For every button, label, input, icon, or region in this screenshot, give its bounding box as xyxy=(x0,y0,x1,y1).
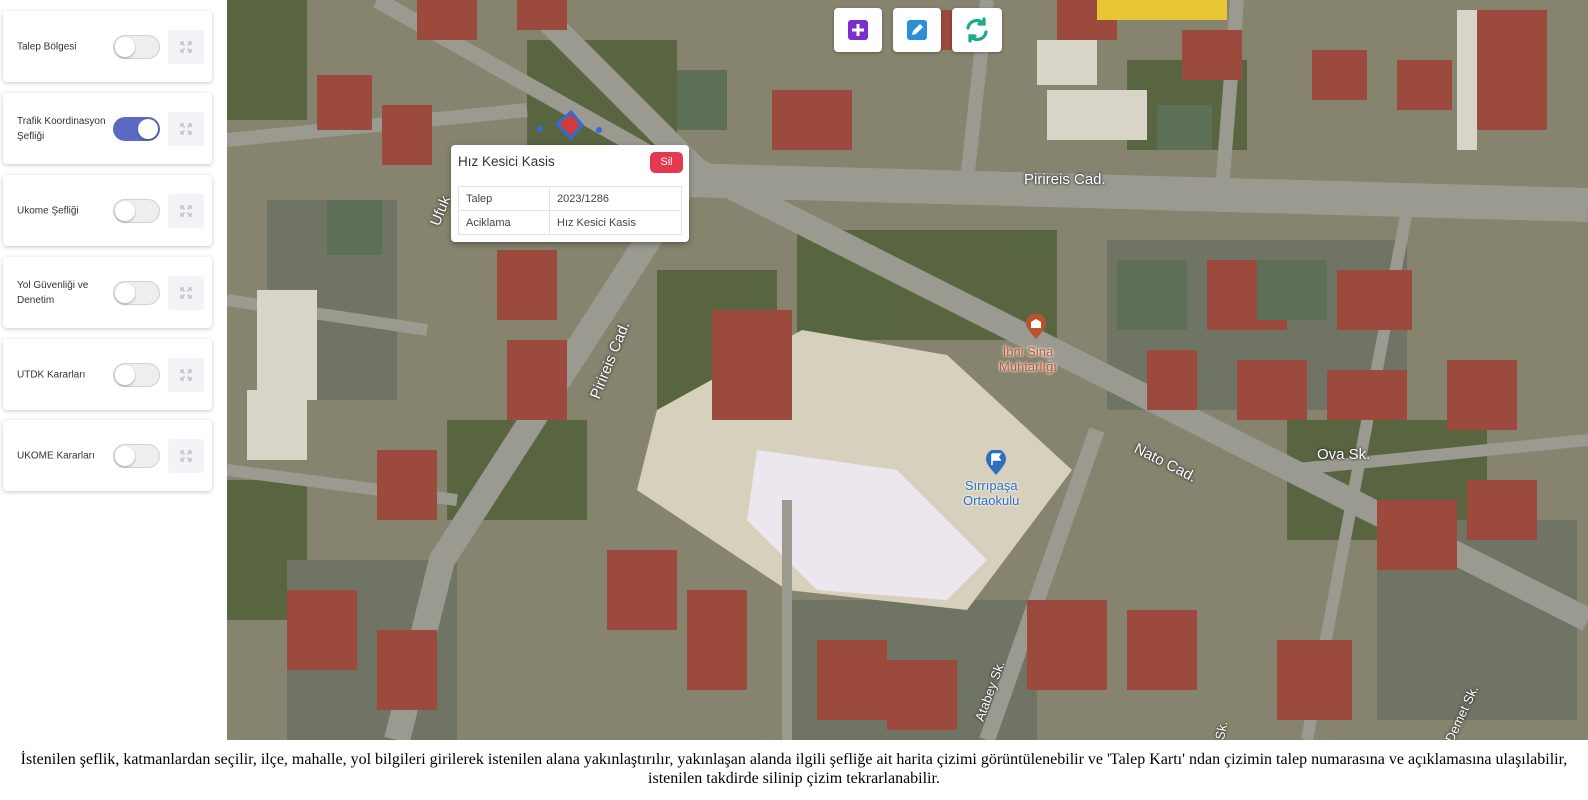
expand-arrows-icon xyxy=(180,122,192,135)
toggle-knob xyxy=(115,364,135,385)
layer-card-ukome-kararlari: UKOME Kararları xyxy=(3,420,212,491)
layer-label: Talep Bölgesi xyxy=(17,41,77,52)
layer-zoom-button[interactable] xyxy=(168,193,204,228)
layer-card-talep-bolgesi: Talep Bölgesi xyxy=(3,11,212,82)
layer-zoom-button[interactable] xyxy=(168,275,204,310)
table-row: Aciklama Hız Kesici Kasis xyxy=(458,210,682,235)
poi-label-muhtarlik: İbni Sina Muhtarlığı xyxy=(999,344,1057,374)
table-value: 2023/1286 xyxy=(549,186,682,211)
layer-card-yol-guvenligi: Yol Güvenliği ve Denetim xyxy=(3,257,212,328)
expand-arrows-icon xyxy=(180,286,192,299)
layer-card-utdk-kararlari: UTDK Kararları xyxy=(3,339,212,410)
table-row: Talep 2023/1286 xyxy=(458,186,682,211)
poi-ortaokul[interactable] xyxy=(985,449,1007,476)
layer-label: Ukome Şefliği xyxy=(17,205,79,216)
layer-toggle-ukome-kararlari[interactable] xyxy=(113,443,160,468)
edit-drawing-button[interactable] xyxy=(893,8,941,52)
layer-card-trafik-koordinasyon: Trafik Koordinasyon Şefliği xyxy=(3,93,212,164)
building-pin-icon xyxy=(1026,314,1046,339)
layer-toggle-ukome-sefligi[interactable] xyxy=(113,198,160,223)
layer-label: Yol Güvenliği ve Denetim xyxy=(17,279,89,306)
toggle-knob xyxy=(115,445,135,466)
popup-title: Hız Kesici Kasis xyxy=(458,154,555,169)
edit-pencil-icon xyxy=(907,20,927,40)
street-label-ova: Ova Sk. xyxy=(1317,446,1371,463)
layer-label: Trafik Koordinasyon Şefliği xyxy=(17,115,106,142)
layer-toggle-utdk-kararlari[interactable] xyxy=(113,362,160,387)
street-label-pirireis: Pirireis Cad. xyxy=(1024,171,1106,188)
layer-toggle-talep-bolgesi[interactable] xyxy=(113,34,160,59)
satellite-map[interactable]: Pirireis Cad. Pirireis Cad. Nato Cad. Ov… xyxy=(227,0,1588,740)
expand-arrows-icon xyxy=(180,40,192,53)
layer-label: UTDK Kararları xyxy=(17,369,86,380)
flag-pin-icon xyxy=(986,449,1006,475)
delete-button[interactable]: Sil xyxy=(650,152,683,173)
talep-card-popup: Hız Kesici Kasis Sil Talep 2023/1286 Aci… xyxy=(451,145,689,242)
plus-square-icon xyxy=(848,20,868,40)
layer-toggle-yol-guvenligi[interactable] xyxy=(113,280,160,305)
layer-panel: Talep Bölgesi Trafik Koordinasyon Şefliğ… xyxy=(0,0,224,748)
layer-label: UKOME Kararları xyxy=(17,450,95,461)
table-key: Talep xyxy=(458,186,550,211)
expand-arrows-icon xyxy=(180,368,192,381)
poi-label-ortaokul: Sırrıpaşa Ortaokulu xyxy=(963,478,1020,508)
popup-info-table: Talep 2023/1286 Aciklama Hız Kesici Kasi… xyxy=(458,186,682,235)
layer-zoom-button[interactable] xyxy=(168,29,204,64)
toggle-knob xyxy=(138,118,158,139)
expand-arrows-icon xyxy=(180,449,192,462)
toggle-knob xyxy=(115,200,135,221)
expand-arrows-icon xyxy=(180,204,192,217)
figure-caption: İstenilen şeflik, katmanlardan seçilir, … xyxy=(20,751,1568,787)
layer-card-ukome-sefligi: Ukome Şefliği xyxy=(3,175,212,246)
toggle-knob xyxy=(115,36,135,57)
satellite-imagery xyxy=(227,0,1588,740)
table-value: Hız Kesici Kasis xyxy=(549,210,682,235)
add-drawing-button[interactable] xyxy=(834,8,882,52)
layer-zoom-button[interactable] xyxy=(168,357,204,392)
layer-zoom-button[interactable] xyxy=(168,438,204,473)
refresh-icon xyxy=(966,17,988,43)
toggle-knob xyxy=(115,282,135,303)
layer-zoom-button[interactable] xyxy=(168,111,204,146)
layer-toggle-trafik-koordinasyon[interactable] xyxy=(113,116,160,141)
refresh-map-button[interactable] xyxy=(952,8,1002,52)
table-key: Aciklama xyxy=(458,210,550,235)
